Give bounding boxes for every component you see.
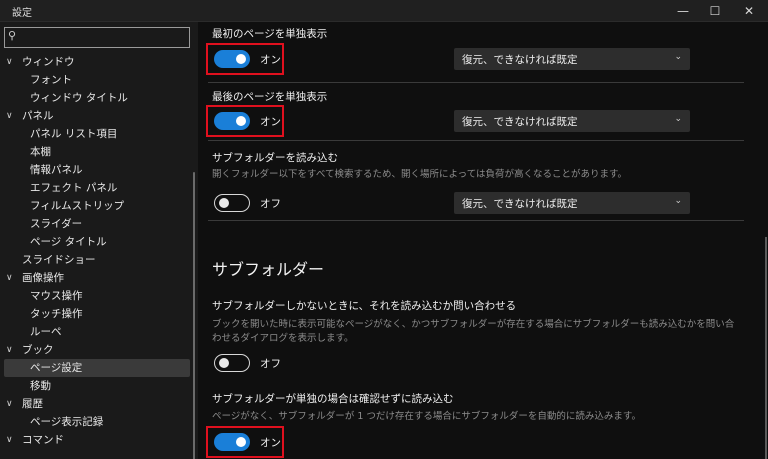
last-page-toggle-label: オン [260, 116, 281, 128]
chevron-down-icon[interactable]: ∨ [6, 269, 13, 287]
search-icon: ⚲ [8, 29, 17, 42]
ask-subfolder-title: サブフォルダーしかないときに、それを読み込むか問い合わせる [212, 300, 517, 312]
settings-content: 最初のページを単独表示 オン 復元、できなければ既定 ⌄ 最後のページを単独表示… [198, 22, 768, 459]
first-page-toggle-label: オン [260, 54, 281, 66]
subfolder-section-heading: サブフォルダー [212, 260, 325, 279]
sidebar-item[interactable]: タッチ操作 [0, 305, 198, 323]
sidebar-item[interactable]: ウィンドウ タイトル [0, 89, 198, 107]
sidebar-item-label: ページ表示記録 [30, 416, 104, 428]
load-subfolders-desc: 開くフォルダー以下をすべて検索するため、開く場所によっては負荷が高くなることがあ… [212, 169, 628, 180]
toggle-knob [219, 357, 229, 368]
sidebar-item-label: 情報パネル [30, 164, 83, 176]
sidebar-item-label: ルーペ [30, 326, 62, 338]
sidebar-item[interactable]: フォント [0, 71, 198, 89]
chevron-down-icon[interactable]: ∨ [6, 53, 13, 71]
content-scrollbar[interactable] [765, 237, 767, 459]
chevron-down-icon: ⌄ [674, 52, 682, 62]
sidebar-item-label: ウィンドウ タイトル [30, 92, 128, 104]
sidebar-item[interactable]: フィルムストリップ [0, 197, 198, 215]
sidebar-item-label: 本棚 [30, 146, 51, 158]
sidebar-item[interactable]: 本棚 [0, 143, 198, 161]
sidebar-item[interactable]: ∨ ウィンドウ [0, 53, 198, 71]
sidebar-item-label: 画像操作 [22, 272, 64, 284]
ask-subfolder-toggle-label: オフ [260, 358, 281, 370]
divider [208, 82, 744, 83]
sidebar-item-label: フォント [30, 74, 72, 86]
minimize-button[interactable]: — [666, 0, 700, 22]
sidebar-item[interactable]: 移動 [0, 377, 198, 395]
select-value: 復元、できなければ既定 [462, 54, 578, 66]
load-subfolders-toggle[interactable] [214, 194, 250, 212]
sidebar-item[interactable]: ∨ 履歴 [0, 395, 198, 413]
sidebar-item[interactable]: ルーペ [0, 323, 198, 341]
chevron-down-icon[interactable]: ∨ [6, 431, 13, 449]
search-input[interactable]: ⚲ [4, 27, 190, 48]
settings-tree: ∨ ウィンドウフォントウィンドウ タイトル ∨ パネルパネル リスト項目 本棚情報パネル… [0, 53, 198, 449]
sidebar-item[interactable]: ∨ 画像操作 [0, 269, 198, 287]
sidebar-item-label: スライドショー [22, 254, 96, 266]
sidebar-item[interactable]: ページ タイトル [0, 233, 198, 251]
sidebar: ⚲ ∨ ウィンドウフォントウィンドウ タイトル ∨ パネルパネル リスト項目 本棚情報パ… [0, 22, 198, 459]
first-page-title: 最初のページを単独表示 [212, 28, 328, 40]
sidebar-item[interactable]: ページ表示記録 [0, 413, 198, 431]
divider [208, 140, 744, 141]
title-bar: 設定 — ☐ ✕ [0, 0, 768, 22]
single-subfolder-desc: ページがなく、サブフォルダーが 1 つだけ存在する場合にサブフォルダーを自動的に… [212, 411, 641, 422]
ask-subfolder-desc: ブックを開いた時に表示可能なページがなく、かつサブフォルダーが存在する場合にサブ… [212, 319, 735, 344]
select-value: 復元、できなければ既定 [462, 198, 578, 210]
sidebar-item-label: ページ タイトル [30, 236, 107, 248]
first-page-toggle[interactable] [214, 50, 250, 68]
window-title: 設定 [12, 8, 32, 19]
sidebar-item-label: マウス操作 [30, 290, 83, 302]
sidebar-item[interactable]: スライダー [0, 215, 198, 233]
load-subfolders-select[interactable]: 復元、できなければ既定 ⌄ [454, 192, 690, 214]
single-subfolder-toggle-label: オン [260, 437, 281, 449]
close-button[interactable]: ✕ [732, 0, 766, 22]
chevron-down-icon: ⌄ [674, 114, 682, 124]
single-subfolder-title: サブフォルダーが単独の場合は確認せずに読み込む [212, 393, 454, 405]
sidebar-item-label: ブック [22, 344, 54, 356]
sidebar-item-label: コマンド [22, 434, 64, 446]
sidebar-item-label: 履歴 [22, 398, 43, 410]
sidebar-item[interactable]: ページ設定 [4, 359, 190, 377]
chevron-down-icon: ⌄ [674, 196, 682, 206]
last-page-toggle[interactable] [214, 112, 250, 130]
chevron-down-icon[interactable]: ∨ [6, 107, 13, 125]
sidebar-scrollbar[interactable] [193, 172, 195, 459]
chevron-down-icon[interactable]: ∨ [6, 341, 13, 359]
sidebar-item[interactable]: スライドショー [0, 251, 198, 269]
sidebar-item[interactable]: ∨ パネル [0, 107, 198, 125]
load-subfolders-title: サブフォルダーを読み込む [212, 152, 338, 164]
sidebar-item-label: エフェクト パネル [30, 182, 118, 194]
sidebar-item[interactable]: 情報パネル [0, 161, 198, 179]
chevron-down-icon[interactable]: ∨ [6, 395, 13, 413]
sidebar-item-label: タッチ操作 [30, 308, 83, 320]
toggle-knob [219, 197, 229, 208]
sidebar-item[interactable]: ∨ ブック [0, 341, 198, 359]
toggle-knob [236, 54, 246, 64]
sidebar-item[interactable]: エフェクト パネル [0, 179, 198, 197]
toggle-knob [236, 116, 246, 126]
toggle-knob [236, 437, 246, 447]
ask-subfolder-toggle[interactable] [214, 354, 250, 372]
load-subfolders-toggle-label: オフ [260, 198, 281, 210]
select-value: 復元、できなければ既定 [462, 116, 578, 128]
last-page-title: 最後のページを単独表示 [212, 91, 328, 103]
last-page-select[interactable]: 復元、できなければ既定 ⌄ [454, 110, 690, 132]
sidebar-item-label: スライダー [30, 218, 83, 230]
sidebar-item-label: フィルムストリップ [30, 200, 125, 212]
sidebar-item-label: パネル [22, 110, 54, 122]
divider [208, 220, 744, 221]
sidebar-item[interactable]: ∨ コマンド [0, 431, 198, 449]
sidebar-item-label: 移動 [30, 380, 51, 392]
sidebar-item-label: ページ設定 [30, 362, 83, 374]
sidebar-item[interactable]: マウス操作 [0, 287, 198, 305]
sidebar-item-label: ウィンドウ [22, 56, 75, 68]
single-subfolder-toggle[interactable] [214, 433, 250, 451]
first-page-select[interactable]: 復元、できなければ既定 ⌄ [454, 48, 690, 70]
sidebar-item-label: パネル リスト項目 [30, 128, 118, 140]
sidebar-item[interactable]: パネル リスト項目 [0, 125, 198, 143]
maximize-button[interactable]: ☐ [698, 0, 732, 22]
